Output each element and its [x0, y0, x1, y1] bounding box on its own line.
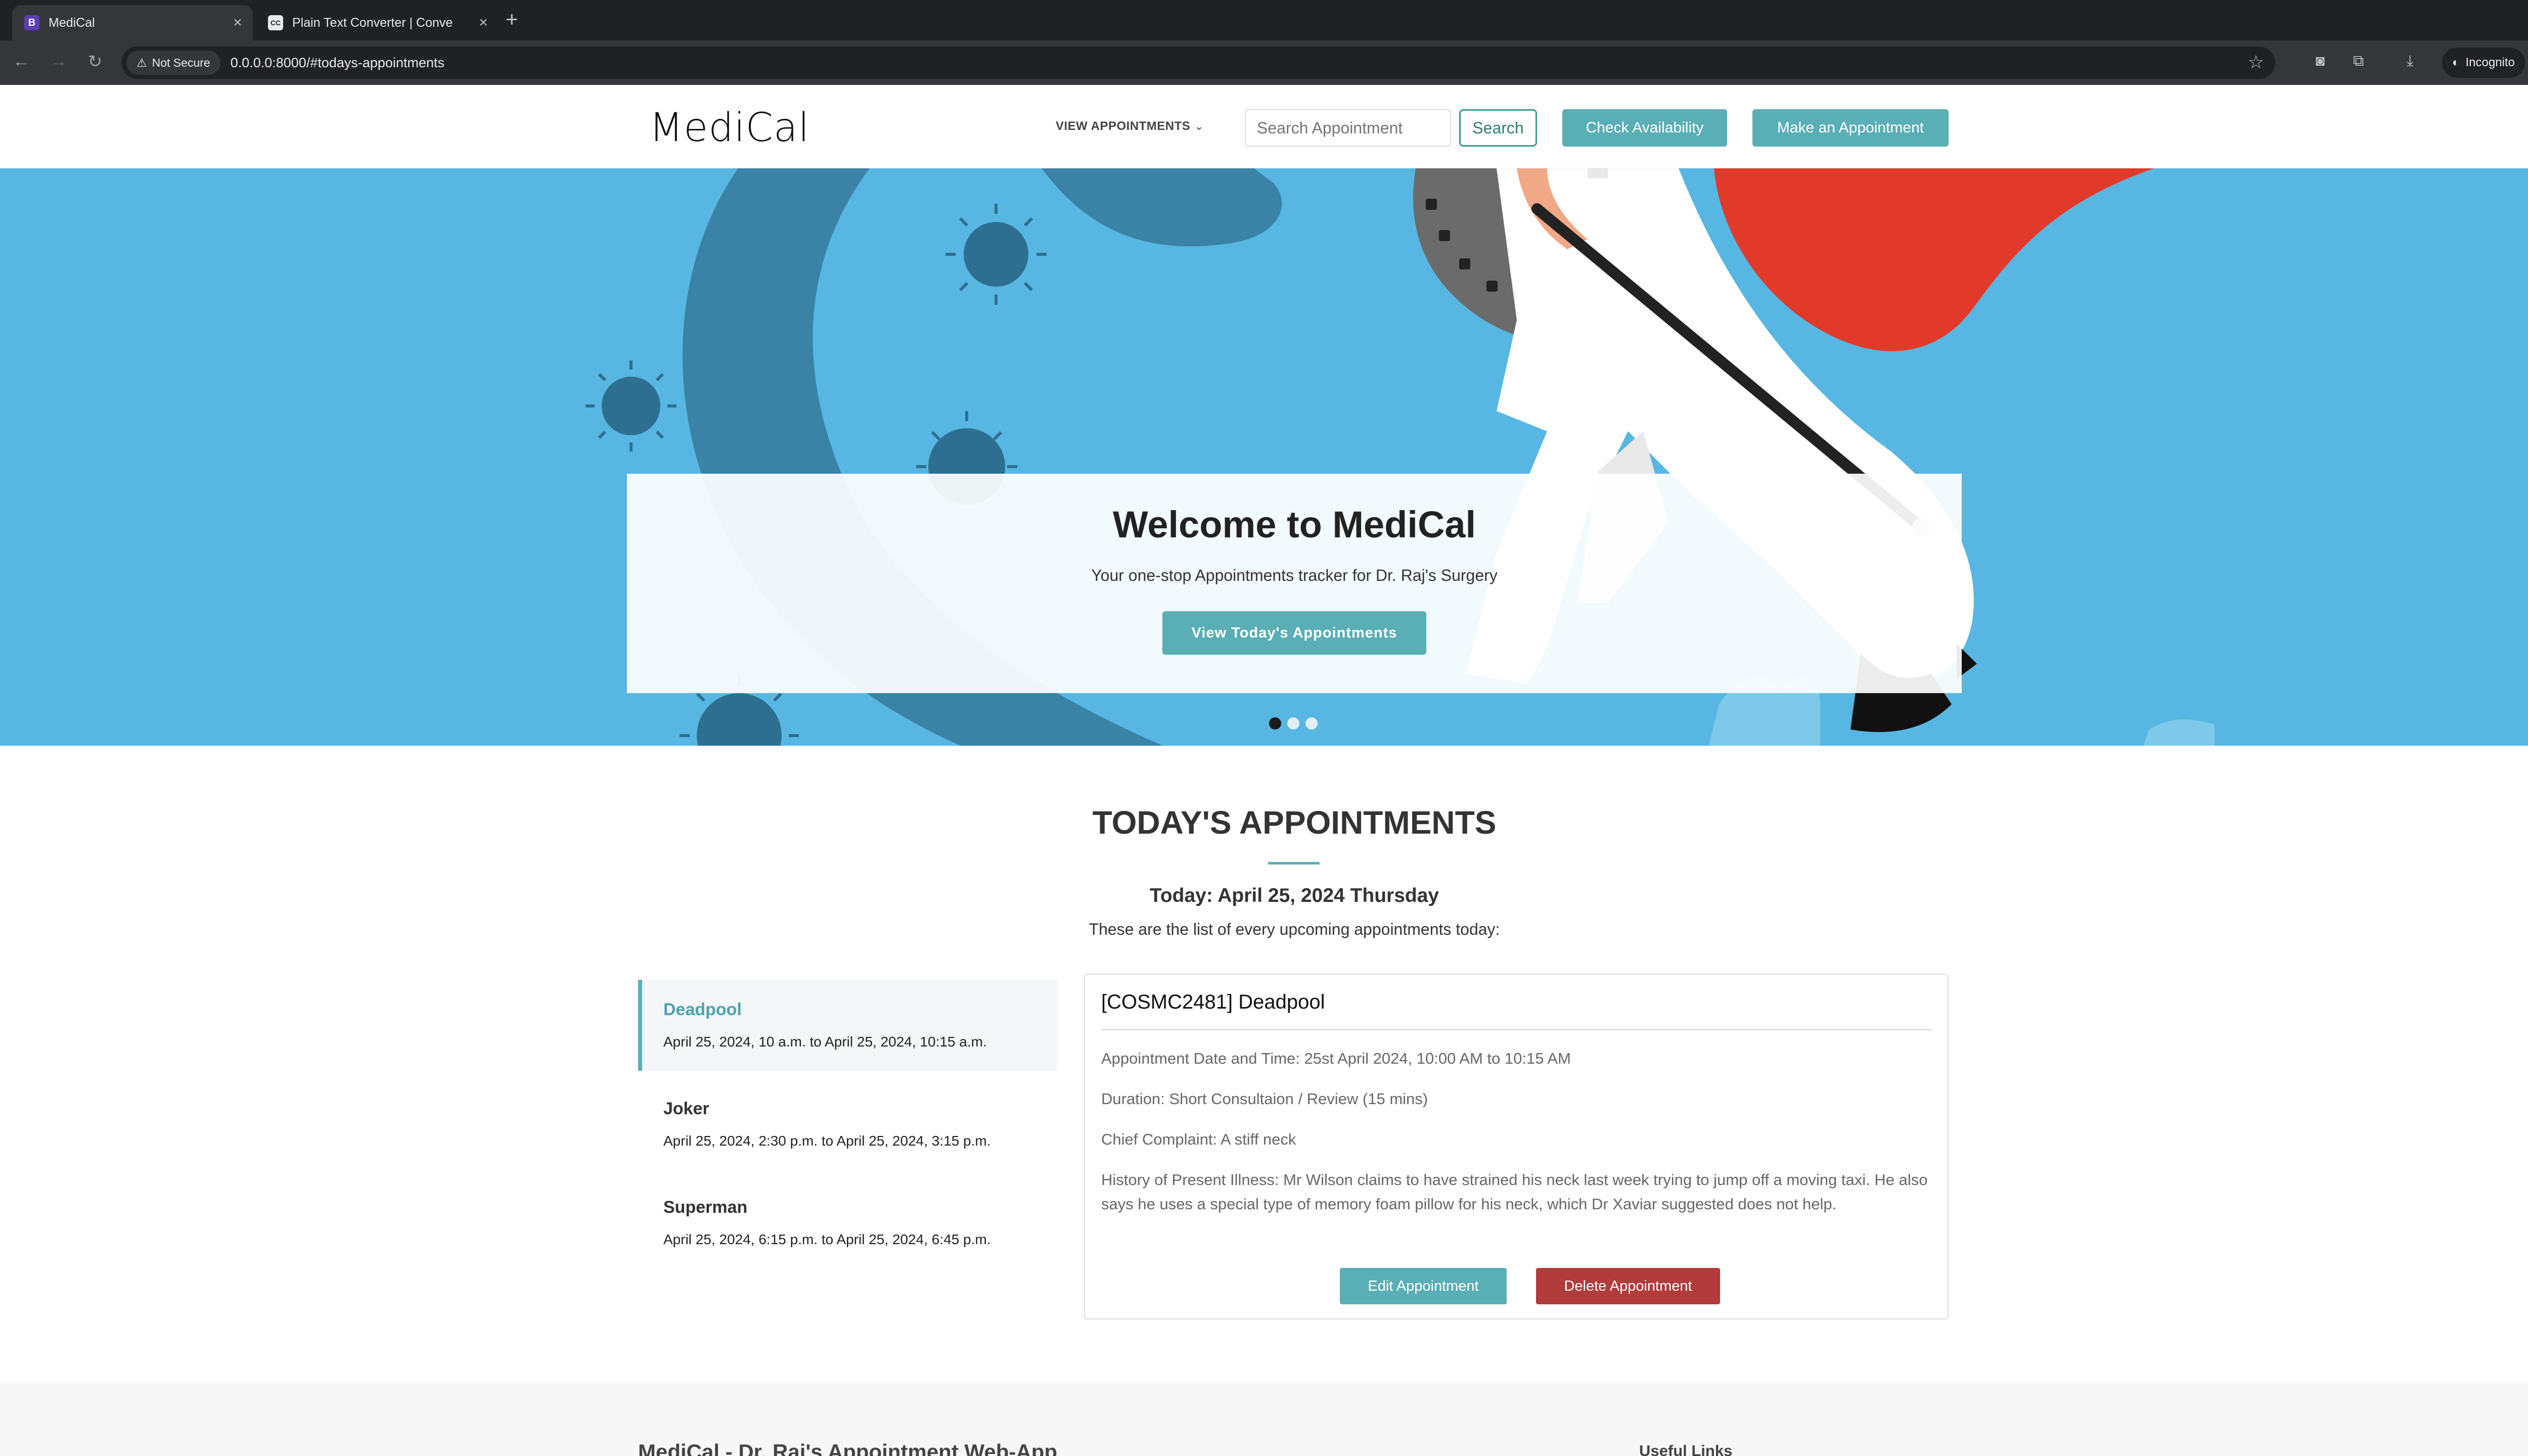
make-appointment-button[interactable]: Make an Appointment: [1752, 109, 1949, 147]
appointment-time: April 25, 2024, 2:30 p.m. to April 25, 2…: [663, 1133, 991, 1149]
appointment-time: April 25, 2024, 10 a.m. to April 25, 202…: [663, 1034, 987, 1050]
appointment-duration: Duration: Short Consultaion / Review (15…: [1101, 1090, 1428, 1108]
footer-useful-links-heading: Useful Links: [1639, 1442, 1733, 1456]
appointment-time: April 25, 2024, 6:15 p.m. to April 25, 2…: [663, 1232, 991, 1247]
new-tab-icon[interactable]: +: [506, 7, 518, 31]
close-tab-icon[interactable]: ×: [473, 14, 493, 31]
today-date: Today: April 25, 2024 Thursday: [1149, 885, 1439, 906]
appointment-list-item[interactable]: Joker April 25, 2024, 2:30 p.m. to April…: [638, 1079, 1058, 1170]
view-todays-appointments-button[interactable]: View Today's Appointments: [1162, 611, 1426, 655]
hero-card: Welcome to MediCal Your one-stop Appoint…: [627, 474, 1962, 693]
bookmark-star-icon[interactable]: ☆: [2248, 52, 2264, 73]
back-icon[interactable]: ←: [10, 52, 32, 71]
carousel-dot-2[interactable]: [1287, 717, 1299, 730]
edit-appointment-button[interactable]: Edit Appointment: [1340, 1268, 1507, 1304]
search-input[interactable]: [1245, 109, 1451, 147]
search-button[interactable]: Search: [1459, 109, 1537, 147]
site-header: MediCal VIEW APPOINTMENTS⌄ Search Check …: [0, 85, 2528, 168]
tab-title: MediCal: [49, 15, 95, 30]
hero-subtitle: Your one-stop Appointments tracker for D…: [1091, 566, 1498, 584]
appointment-datetime: Appointment Date and Time: 25st April 20…: [1101, 1050, 1571, 1067]
camera-icon[interactable]: ◙: [2316, 53, 2325, 70]
appointment-name: Joker: [663, 1099, 709, 1118]
appointments-description: These are the list of every upcoming app…: [1089, 920, 1500, 938]
hero-title: Welcome to MediCal: [1112, 504, 1476, 545]
appointment-name: Superman: [663, 1198, 748, 1217]
site-logo[interactable]: MediCal: [649, 105, 809, 151]
bootstrap-favicon-icon: B: [24, 15, 39, 30]
appointment-detail-title: [COSMC2481] Deadpool: [1101, 991, 1325, 1013]
security-chip[interactable]: ⚠ Not Secure: [126, 51, 220, 75]
view-appointments-dropdown[interactable]: VIEW APPOINTMENTS ⌄: [1056, 119, 1204, 133]
forward-icon[interactable]: →: [48, 52, 70, 71]
browser-tab-bar: B MediCal × CC Plain Text Converter | Co…: [0, 0, 2528, 40]
close-tab-icon[interactable]: ×: [228, 14, 248, 31]
browser-toolbar: ← → ↻ ⚠ Not Secure 0.0.0.0:8000/#todays-…: [0, 40, 2528, 85]
site-footer: MediCal - Dr. Raj's Appointment Web-App …: [0, 1382, 2528, 1456]
download-icon[interactable]: ⤓: [2407, 53, 2413, 70]
delete-appointment-button[interactable]: Delete Appointment: [1536, 1268, 1720, 1304]
history-of-present-illness: History of Present Illness: Mr Wilson cl…: [1101, 1171, 1928, 1213]
view-appointments-label: VIEW APPOINTMENTS: [1056, 119, 1191, 133]
carousel-indicators: [1269, 717, 1318, 730]
address-bar[interactable]: ⚠ Not Secure 0.0.0.0:8000/#todays-appoin…: [121, 47, 2275, 79]
extensions-icon[interactable]: ⧉: [2353, 53, 2364, 70]
security-label: Not Secure: [152, 56, 210, 69]
appointment-name: Deadpool: [663, 1000, 742, 1019]
section-title: TODAY'S APPOINTMENTS: [1092, 804, 1497, 841]
check-availability-button[interactable]: Check Availability: [1562, 109, 1727, 147]
url-text[interactable]: 0.0.0.0:8000/#todays-appointments: [231, 55, 444, 71]
warning-icon: ⚠: [137, 56, 147, 69]
incognito-label: Incognito: [2465, 56, 2515, 69]
section-divider: [1268, 862, 1320, 864]
detail-divider: [1101, 1029, 1932, 1030]
appointment-list-item[interactable]: Superman April 25, 2024, 6:15 p.m. to Ap…: [638, 1177, 1058, 1268]
converter-favicon-icon: CC: [268, 15, 283, 30]
tab-title: Plain Text Converter | Conve: [292, 15, 453, 30]
incognito-indicator[interactable]: ◐ Incognito: [2442, 48, 2525, 78]
hero-carousel: Welcome to MediCal Your one-stop Appoint…: [0, 168, 2528, 746]
tab-medical[interactable]: B MediCal ×: [12, 5, 253, 40]
tab-plain-text-converter[interactable]: CC Plain Text Converter | Conve ×: [256, 5, 499, 40]
chief-complaint: Chief Complaint: A stiff neck: [1101, 1130, 1296, 1148]
chevron-down-icon: ⌄: [1194, 120, 1204, 132]
appointment-detail-card: [COSMC2481] Deadpool Appointment Date an…: [1084, 974, 1949, 1320]
appointment-list-item[interactable]: Deadpool April 25, 2024, 10 a.m. to Apri…: [638, 980, 1058, 1071]
carousel-dot-1[interactable]: [1269, 717, 1281, 730]
reload-icon[interactable]: ↻: [84, 52, 106, 72]
footer-title: MediCal - Dr. Raj's Appointment Web-App: [638, 1440, 1058, 1456]
carousel-dot-3[interactable]: [1305, 717, 1318, 730]
incognito-icon: ◐: [2452, 56, 2460, 69]
